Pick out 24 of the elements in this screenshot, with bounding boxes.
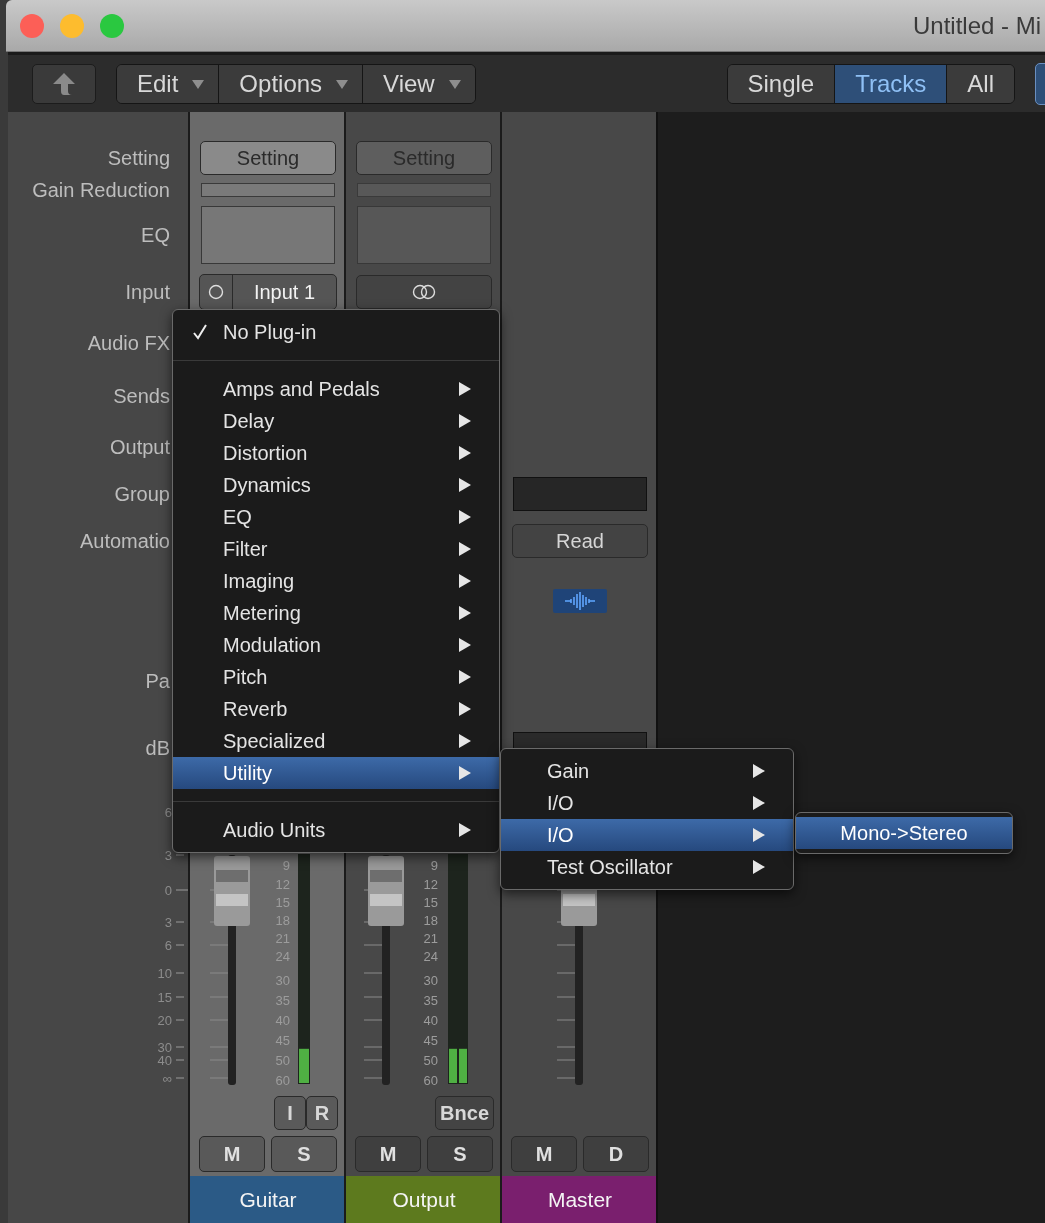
row-label: Output (109, 435, 171, 459)
row-label: Group (114, 482, 171, 506)
row-label: EQ (141, 223, 171, 247)
row-label: Gain Reduction (32, 178, 171, 202)
row-label: Audio FX (87, 331, 171, 355)
meter-scale-label: 50 (423, 1053, 438, 1068)
meter-scale-label: 35 (423, 993, 438, 1008)
row-label: Pa (145, 669, 171, 693)
meter-scale-label: 45 (423, 1033, 438, 1048)
meter-scale-label: 12 (423, 877, 438, 892)
row-label: dB (145, 736, 171, 760)
row-label: Automatio (79, 529, 171, 553)
row-label: Input (125, 280, 171, 304)
window-title: Untitled - Mi (912, 11, 1041, 40)
meter-scale-label: 21 (423, 931, 438, 946)
row-label: Setting (107, 146, 171, 170)
meter-scale-label: 60 (423, 1073, 438, 1088)
meter-scale-label: 18 (423, 913, 438, 928)
meter-scale-label: 30 (423, 973, 438, 988)
meter-scale-label: 40 (423, 1013, 438, 1028)
meter-scale-label: 9 (430, 858, 438, 873)
row-label: Sends (113, 384, 171, 408)
meter-scale-label: 15 (423, 895, 438, 910)
meter-scale-label: 24 (423, 949, 438, 964)
